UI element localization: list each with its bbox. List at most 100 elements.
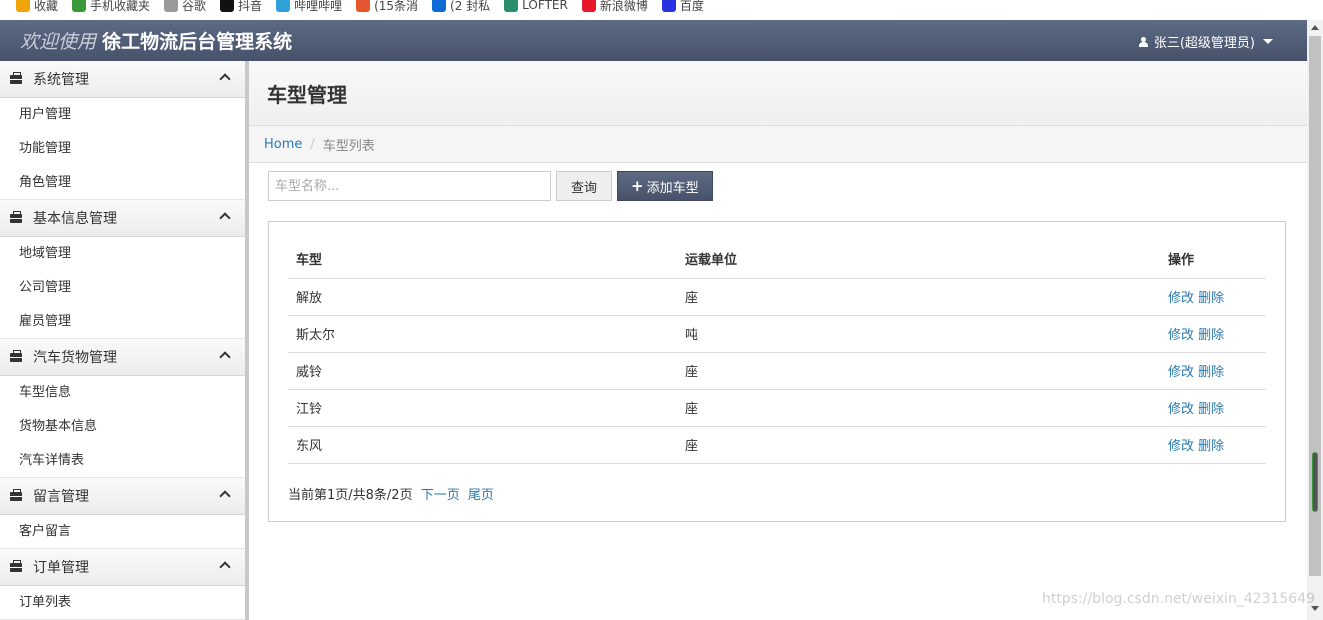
table-row: 解放座修改 删除 (288, 278, 1266, 316)
app-header: 欢迎使用 徐工物流后台管理系统 张三(超级管理员) (0, 20, 1307, 61)
sidebar-group-title: 系统管理 (33, 72, 89, 88)
sidebar-group: 留言管理 客户留言 (0, 478, 245, 549)
sidebar-item[interactable]: 地域管理 (0, 237, 245, 271)
bookmark-label: 抖音 (238, 0, 263, 13)
table-header-row: 车型 运载单位 操作 (288, 240, 1266, 279)
bookmark-item[interactable]: 手机收藏夹 (72, 0, 150, 13)
tiktok-icon (220, 0, 235, 12)
user-name: 张三(超级管理员) (1153, 36, 1255, 51)
briefcase-icon (10, 349, 22, 362)
sidebar-item[interactable]: 用户管理 (0, 98, 245, 132)
user-menu[interactable]: 张三(超级管理员) (1138, 32, 1273, 51)
cell-unit: 座 (677, 278, 1160, 316)
briefcase-icon (10, 71, 22, 84)
add-model-button[interactable]: + 添加车型 (617, 171, 713, 201)
bookmark-item[interactable]: 收藏 (16, 0, 59, 13)
edit-link[interactable]: 修改 (1168, 402, 1194, 417)
delete-link[interactable]: 删除 (1198, 328, 1224, 343)
sidebar-group-header[interactable]: 基本信息管理 (0, 200, 245, 237)
briefcase-icon (10, 210, 22, 223)
next-page-link[interactable]: 下一页 (421, 488, 460, 503)
lofter-icon (504, 0, 519, 12)
breadcrumb-current: 车型列表 (322, 138, 375, 154)
bookmark-label: 收藏 (34, 0, 59, 13)
add-model-label: 添加车型 (646, 180, 699, 196)
table-row: 威铃座修改 删除 (288, 352, 1266, 390)
bookmark-item[interactable]: 谷歌 (164, 0, 206, 13)
sidebar-item[interactable]: 功能管理 (0, 132, 245, 166)
delete-link[interactable]: 删除 (1198, 402, 1224, 417)
search-input[interactable] (268, 171, 551, 201)
page-icon (164, 0, 179, 12)
bookmark-label: 百度 (679, 0, 704, 13)
sidebar-group: 基本信息管理 地域管理 公司管理 雇员管理 (0, 200, 245, 339)
sidebar-group-header[interactable]: 订单管理 (0, 549, 245, 586)
sidebar-group: 汽车货物管理 车型信息 货物基本信息 汽车详情表 (0, 339, 245, 478)
delete-link[interactable]: 删除 (1198, 439, 1224, 454)
sidebar-group-header[interactable]: 汽车货物管理 (0, 339, 245, 376)
cell-unit: 座 (677, 352, 1160, 390)
sidebar-item[interactable]: 车型信息 (0, 376, 245, 410)
sidebar-item[interactable]: 公司管理 (0, 271, 245, 305)
pagination: 当前第1页/共8条/2页 下一页 尾页 (288, 484, 494, 503)
chevron-up-icon[interactable] (219, 561, 231, 573)
bookmark-item[interactable]: 抖音 (220, 0, 263, 13)
last-page-link[interactable]: 尾页 (468, 488, 494, 503)
table-row: 江铃座修改 删除 (288, 389, 1266, 427)
toolbar: 查询 + 添加车型 (268, 171, 713, 201)
breadcrumb-home-link[interactable]: Home (264, 137, 302, 152)
plus-icon: + (631, 177, 644, 195)
system-name: 徐工物流后台管理系统 (102, 31, 293, 53)
header-model: 车型 (288, 240, 677, 279)
scroll-up-icon[interactable] (1311, 25, 1319, 30)
bookmark-item[interactable]: 新浪微博 (581, 0, 648, 13)
sidebar-item[interactable]: 汽车详情表 (0, 444, 245, 478)
bookmark-item[interactable]: (2 封私 (432, 0, 491, 13)
edit-link[interactable]: 修改 (1168, 291, 1194, 306)
sidebar-item[interactable]: 雇员管理 (0, 305, 245, 339)
cell-actions: 修改 删除 (1160, 426, 1266, 464)
edit-link[interactable]: 修改 (1168, 365, 1194, 380)
sidebar-group-title: 订单管理 (33, 560, 89, 576)
pagination-status: 当前第1页/共8条/2页 (288, 488, 413, 503)
sidebar-item[interactable]: 货物基本信息 (0, 410, 245, 444)
cell-model: 斯太尔 (288, 315, 677, 353)
bookmark-label: 新浪微博 (599, 0, 648, 13)
sidebar-item[interactable]: 客户留言 (0, 515, 245, 549)
sidebar-group-header[interactable]: 系统管理 (0, 61, 245, 98)
sidebar-item[interactable]: 角色管理 (0, 166, 245, 200)
zhihu-icon (432, 0, 447, 12)
table-row: 东风座修改 删除 (288, 426, 1266, 464)
delete-link[interactable]: 删除 (1198, 291, 1224, 306)
edit-link[interactable]: 修改 (1168, 328, 1194, 343)
chevron-up-icon[interactable] (219, 212, 231, 224)
star-icon (16, 0, 30, 12)
header-unit: 运载单位 (677, 240, 1160, 279)
edit-link[interactable]: 修改 (1168, 439, 1194, 454)
page-title: 车型管理 (267, 82, 347, 107)
breadcrumb-separator: / (310, 136, 315, 152)
chevron-up-icon[interactable] (219, 73, 231, 85)
bookmark-item[interactable]: 百度 (661, 0, 704, 13)
model-table: 车型 运载单位 操作 解放座修改 删除 斯太尔吨修改 删除 威铃座修改 删除 江铃座修… (288, 240, 1266, 464)
app-title: 欢迎使用 徐工物流后台管理系统 (20, 27, 292, 54)
cell-unit: 座 (677, 389, 1160, 427)
bookmark-label: (2 封私 (450, 0, 491, 13)
chevron-up-icon[interactable] (219, 351, 231, 363)
briefcase-icon (10, 488, 22, 501)
bookmark-item[interactable]: 哔哩哔哩 (276, 0, 342, 13)
chevron-up-icon[interactable] (219, 490, 231, 502)
header-actions: 操作 (1160, 240, 1266, 279)
bookmark-item[interactable]: LOFTER (504, 0, 568, 12)
delete-link[interactable]: 删除 (1198, 365, 1224, 380)
bookmark-item[interactable]: (15条消 (356, 0, 419, 13)
scrollbar[interactable] (1307, 20, 1323, 620)
scroll-indicator (1312, 452, 1318, 512)
cell-model: 解放 (288, 278, 677, 316)
sidebar-item[interactable]: 订单列表 (0, 586, 245, 620)
query-button[interactable]: 查询 (556, 171, 613, 201)
baidu-icon (661, 0, 676, 12)
cell-actions: 修改 删除 (1160, 389, 1266, 427)
bookmark-label: (15条消 (374, 0, 419, 13)
sidebar-group-header[interactable]: 留言管理 (0, 478, 245, 515)
